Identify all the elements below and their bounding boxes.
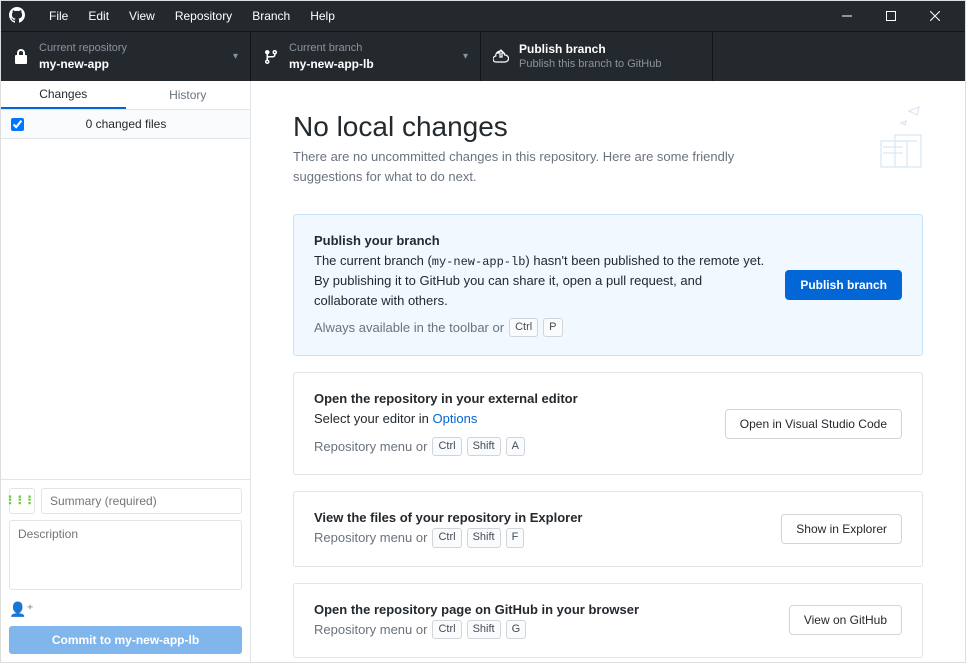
card-publish-branch: Publish your branch The current branch (… bbox=[293, 214, 923, 356]
card-view-github: Open the repository page on GitHub in yo… bbox=[293, 583, 923, 658]
card-open-editor: Open the repository in your external edi… bbox=[293, 372, 923, 475]
card-hint: Repository menu or CtrlShiftF bbox=[314, 528, 761, 547]
repo-name: my-new-app bbox=[39, 56, 233, 72]
card-hint: Repository menu or CtrlShiftA bbox=[314, 437, 705, 456]
tab-changes[interactable]: Changes bbox=[1, 81, 126, 109]
description-input[interactable] bbox=[9, 520, 242, 590]
decorative-illustration bbox=[861, 103, 931, 178]
show-in-explorer-button[interactable]: Show in Explorer bbox=[781, 514, 902, 544]
summary-input[interactable] bbox=[41, 488, 242, 514]
sidebar: Changes History 0 changed files ⠇⠇⠇ 👤⁺ C… bbox=[1, 81, 251, 662]
changes-bar: 0 changed files bbox=[1, 110, 250, 139]
maximize-button[interactable] bbox=[869, 1, 913, 31]
minimize-button[interactable] bbox=[825, 1, 869, 31]
current-repository-dropdown[interactable]: Current repository my-new-app ▾ bbox=[1, 32, 251, 81]
card-title: Open the repository in your external edi… bbox=[314, 391, 705, 406]
card-title: Publish your branch bbox=[314, 233, 765, 248]
commit-button[interactable]: Commit to my-new-app-lb bbox=[9, 626, 242, 654]
open-in-editor-button[interactable]: Open in Visual Studio Code bbox=[725, 409, 902, 439]
card-description: The current branch (my-new-app-lb) hasn'… bbox=[314, 251, 765, 310]
toolbar: Current repository my-new-app ▾ Current … bbox=[1, 31, 965, 81]
github-logo-icon bbox=[9, 7, 25, 26]
card-description: Select your editor in Options bbox=[314, 409, 705, 429]
page-title: No local changes bbox=[293, 111, 923, 143]
changed-files-count: 0 changed files bbox=[32, 117, 240, 131]
main-content: No local changes There are no uncommitte… bbox=[251, 81, 965, 662]
menu-branch[interactable]: Branch bbox=[242, 5, 300, 27]
chevron-down-icon: ▾ bbox=[233, 51, 238, 62]
lock-icon bbox=[13, 49, 29, 65]
card-hint: Repository menu or CtrlShiftG bbox=[314, 620, 769, 639]
git-branch-icon bbox=[263, 49, 279, 65]
repo-label: Current repository bbox=[39, 41, 233, 56]
select-all-checkbox[interactable] bbox=[11, 118, 24, 131]
card-hint: Always available in the toolbar or CtrlP bbox=[314, 318, 765, 337]
chevron-down-icon: ▾ bbox=[463, 51, 468, 62]
branch-label: Current branch bbox=[289, 41, 463, 56]
publish-branch-toolbar-button[interactable]: Publish branch Publish this branch to Gi… bbox=[481, 32, 713, 81]
menu-help[interactable]: Help bbox=[300, 5, 345, 27]
menu-edit[interactable]: Edit bbox=[78, 5, 119, 27]
menu-repository[interactable]: Repository bbox=[165, 5, 242, 27]
current-branch-dropdown[interactable]: Current branch my-new-app-lb ▾ bbox=[251, 32, 481, 81]
titlebar: File Edit View Repository Branch Help bbox=[1, 1, 965, 31]
publish-title: Publish branch bbox=[519, 41, 700, 57]
publish-sub: Publish this branch to GitHub bbox=[519, 57, 700, 72]
card-show-explorer: View the files of your repository in Exp… bbox=[293, 491, 923, 566]
menu-file[interactable]: File bbox=[39, 5, 78, 27]
page-subtitle: There are no uncommitted changes in this… bbox=[293, 147, 803, 186]
user-plus-icon: 👤⁺ bbox=[9, 601, 34, 618]
close-button[interactable] bbox=[913, 1, 957, 31]
menu-view[interactable]: View bbox=[119, 5, 165, 27]
branch-name: my-new-app-lb bbox=[289, 56, 463, 72]
view-on-github-button[interactable]: View on GitHub bbox=[789, 605, 902, 635]
upload-cloud-icon bbox=[493, 49, 509, 65]
add-coauthor[interactable]: 👤⁺ bbox=[9, 601, 242, 618]
commit-panel: ⠇⠇⠇ 👤⁺ Commit to my-new-app-lb bbox=[1, 479, 250, 662]
avatar: ⠇⠇⠇ bbox=[9, 488, 35, 514]
options-link[interactable]: Options bbox=[433, 411, 478, 426]
card-title: Open the repository page on GitHub in yo… bbox=[314, 602, 769, 617]
publish-branch-button[interactable]: Publish branch bbox=[785, 270, 902, 300]
card-title: View the files of your repository in Exp… bbox=[314, 510, 761, 525]
tab-history[interactable]: History bbox=[126, 81, 251, 109]
